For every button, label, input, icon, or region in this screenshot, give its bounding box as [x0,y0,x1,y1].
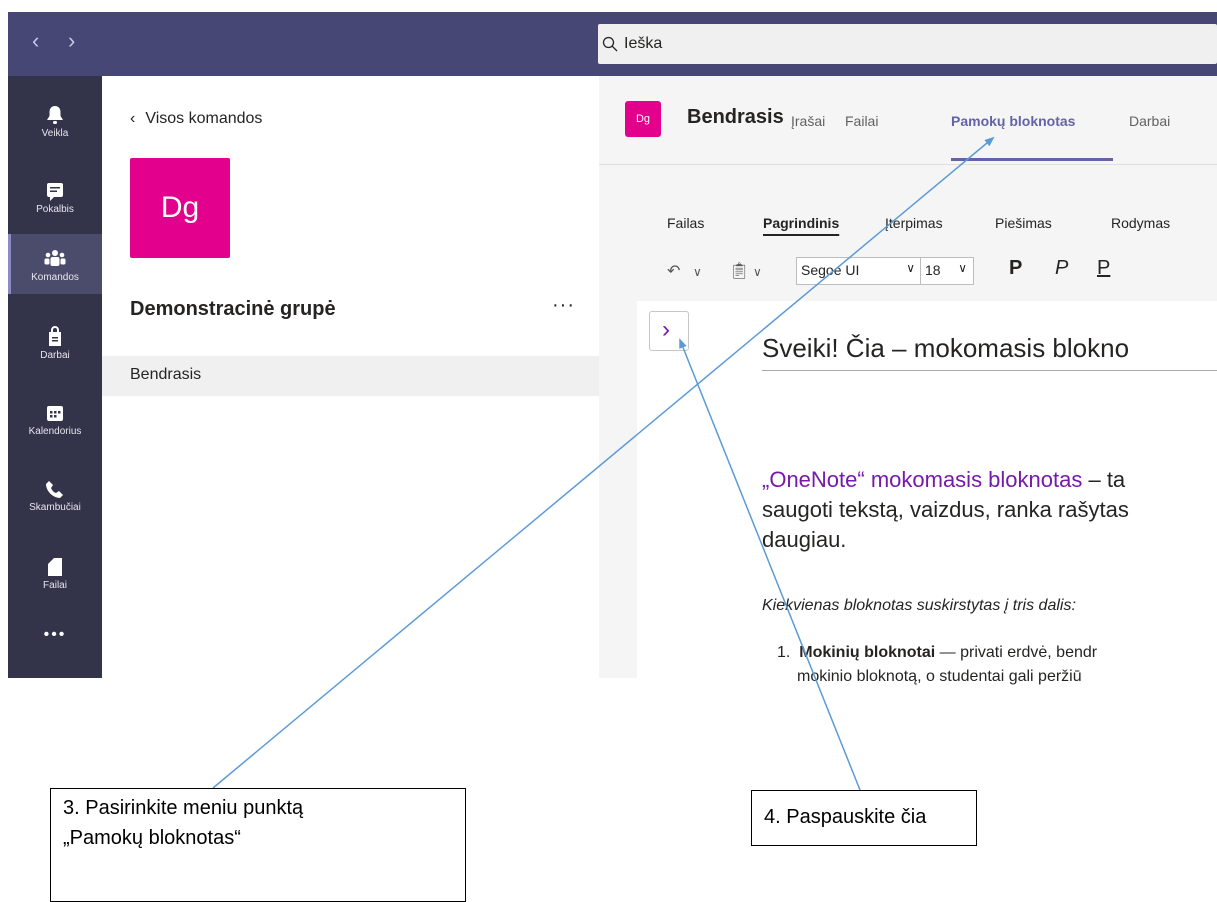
ribbon-tab-rodymas[interactable]: Rodymas [1111,215,1170,231]
app-rail: Veikla Pokalbis Komandos Darbai Kalendor… [8,76,102,678]
font-family-select[interactable]: Segoe UI ∨ [796,257,922,285]
onenote-link[interactable]: „OneNote“ mokomasis bloknotas [762,467,1082,492]
title-bar: ‹ › Ieška [8,12,1217,76]
channel-title: Bendrasis [687,106,784,128]
bold-button[interactable]: P [1009,257,1022,280]
search-icon [602,36,618,52]
team-avatar: Dg [130,158,230,258]
ribbon-tab-failas[interactable]: Failas [667,215,704,231]
page-title: Sveiki! Čia – mokomasis blokno [762,333,1217,371]
rail-item-more[interactable]: ••• [8,614,102,674]
team-more-options-button[interactable]: ··· [552,294,575,317]
chat-icon [47,183,63,201]
tab-failai[interactable]: Failai [845,113,878,129]
font-size-value: 18 [925,262,941,278]
active-tab-indicator [951,158,1113,161]
list-item: 1. Mokinių bloknotai — privati erdvė, be… [777,641,1097,689]
assignments-icon [49,326,61,346]
calendar-icon [47,406,63,421]
rail-item-files[interactable]: Failai [8,542,102,602]
chevron-right-icon: › [662,316,670,343]
channel-header: Dg Bendrasis Įrašai Failai Pamokų blokno… [599,76,1217,165]
list-text: — privati erdvė, bendr [935,644,1098,661]
italic-button[interactable]: P [1055,257,1068,280]
rail-item-assignments[interactable]: Darbai [8,312,102,372]
chevron-down-icon[interactable]: ∨ [753,265,762,279]
list-text-line2: mokinio bloknotą, o studentai gali perži… [797,668,1082,685]
rail-label: Skambučiai [29,502,81,513]
rail-label: Darbai [40,350,70,361]
tab-pamoku-bloknotas[interactable]: Pamokų bloknotas [951,113,1075,129]
files-icon [48,558,62,576]
channel-item-bendrasis[interactable]: Bendrasis [102,356,599,396]
underline-button[interactable]: P [1097,257,1110,280]
channel-label: Bendrasis [130,366,202,383]
undo-icon[interactable]: ↶︎ [667,261,680,281]
search-placeholder: Ieška [624,35,663,52]
team-name: Demonstracinė grupė [130,298,336,320]
channel-content: Dg Bendrasis Įrašai Failai Pamokų blokno… [599,76,1217,685]
rail-label: Veikla [41,128,69,139]
tab-darbai[interactable]: Darbai [1129,113,1170,129]
callout-step-3: 3. Pasirinkite meniu punktą „Pamokų blok… [50,788,466,902]
font-family-value: Segoe UI [801,262,860,278]
more-icon: ••• [43,626,67,643]
ribbon-tab-piesimas[interactable]: Piešimas [995,215,1052,231]
all-teams-label: Visos komandos [145,110,263,127]
bell-icon [47,106,63,124]
rail-item-calls[interactable]: Skambučiai [8,464,102,524]
callout-step-3-line2: „Pamokų bloknotas“ [63,827,241,849]
rail-label: Failai [43,580,67,591]
intro-text: – ta [1082,467,1126,492]
rail-item-calendar[interactable]: Kalendorius [8,388,102,448]
forward-arrow-icon[interactable]: › [68,30,75,52]
teams-icon [44,250,66,266]
chevron-down-icon[interactable]: ∨ [693,265,702,279]
intro-paragraph: „OneNote“ mokomasis bloknotas – ta saugo… [762,465,1217,555]
tab-irasai[interactable]: Įrašai [791,113,825,129]
sections-intro: Kiekvienas bloknotas suskirstytas į tris… [762,597,1076,614]
search-input[interactable]: Ieška [598,24,1217,64]
chevron-down-icon: ∨ [958,261,967,275]
chevron-down-icon: ∨ [906,261,915,275]
rail-item-chat[interactable]: Pokalbis [8,166,102,226]
intro-text-line3: daugiau. [762,527,847,552]
channel-avatar: Dg [625,101,661,137]
rail-label: Kalendorius [28,426,82,437]
back-arrow-icon[interactable]: ‹ [32,30,39,52]
list-heading: Mokinių bloknotai [799,644,936,661]
ribbon-tab-pagrindinis[interactable]: Pagrindinis [763,215,839,231]
expand-navigation-button[interactable]: › [649,311,689,351]
phone-icon [46,481,63,498]
formatting-toolbar: ↶︎ ∨ 📋︎ ∨ Segoe UI ∨ 18 ∨ P P P [599,253,1217,293]
all-teams-link[interactable]: ‹ Visos komandos [130,110,262,128]
intro-text-line2: saugoti tekstą, vaizdus, ranka rašytas [762,497,1129,522]
callout-step-4: 4. Paspauskite čia [751,790,977,846]
team-panel: ‹ Visos komandos Dg Demonstracinė grupė ·… [102,76,599,678]
ribbon-tab-iterpimas[interactable]: Įterpimas [885,215,943,231]
callout-step-3-line1: 3. Pasirinkite meniu punktą [63,797,304,819]
list-number: 1. [777,644,791,661]
clipboard-icon[interactable]: 📋︎ [729,261,749,281]
rail-label: Komandos [31,272,79,283]
rail-label: Pokalbis [36,204,74,215]
chevron-left-icon: ‹ [130,110,136,127]
rail-item-activity[interactable]: Veikla [8,90,102,150]
rail-item-teams[interactable]: Komandos [8,234,102,294]
onenote-ribbon: Failas Pagrindinis Įterpimas Piešimas Ro… [599,165,1217,301]
font-size-select[interactable]: 18 ∨ [920,257,974,285]
notebook-page: › Sveiki! Čia – mokomasis blokno „OneNot… [637,301,1217,685]
